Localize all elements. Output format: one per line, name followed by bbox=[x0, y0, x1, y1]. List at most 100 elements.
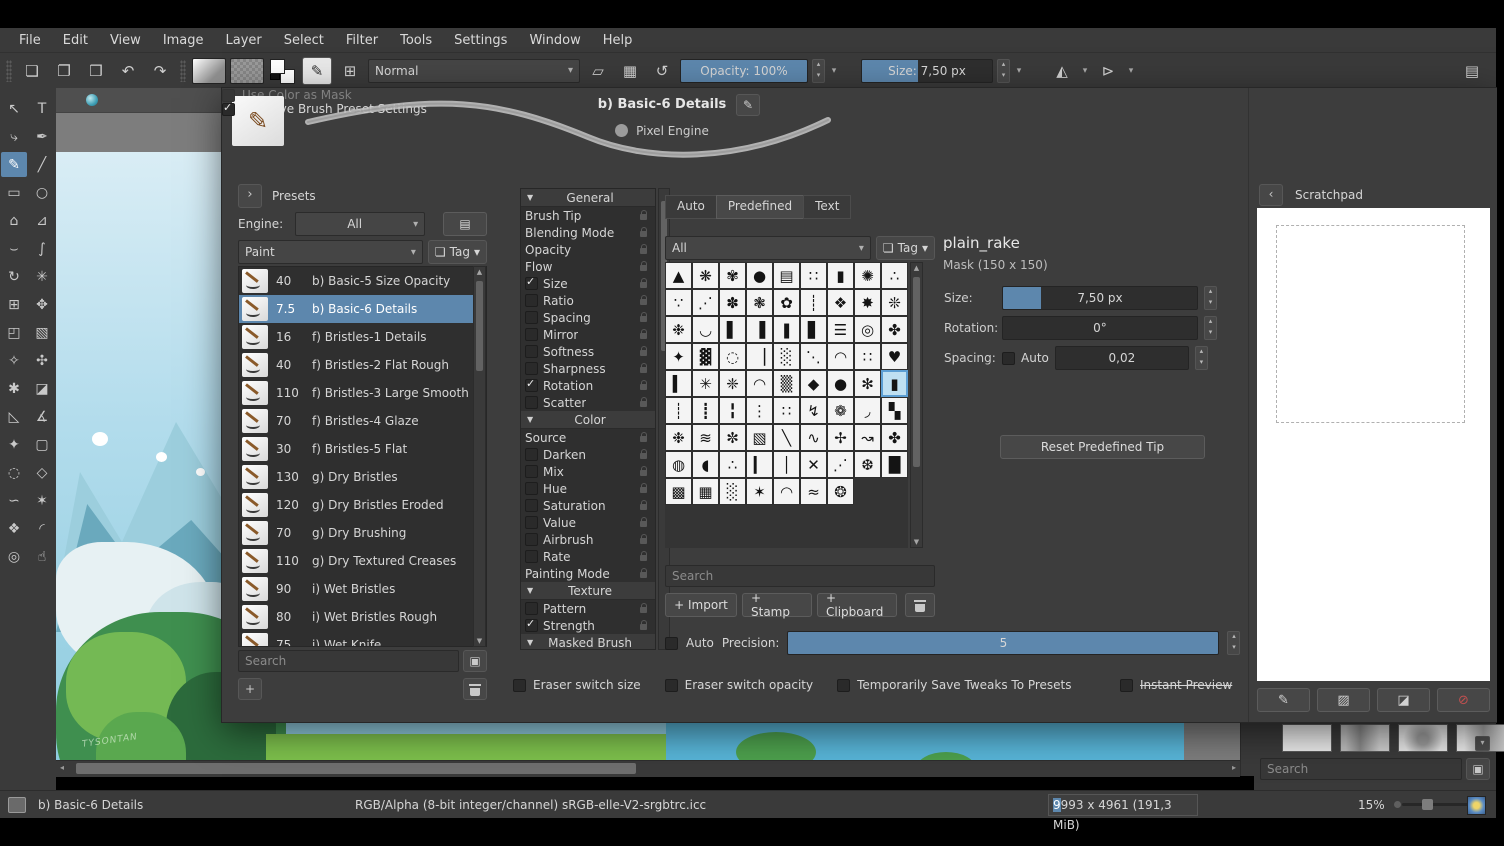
brush-tip-cell[interactable]: ┊ bbox=[800, 289, 827, 316]
brush-tip-cell[interactable]: ♥ bbox=[881, 343, 908, 370]
brush-tip-cell[interactable]: ❂ bbox=[827, 478, 854, 505]
tip-spacing-slider[interactable]: 0,02 bbox=[1055, 346, 1189, 370]
brush-tip-cell[interactable]: ❊ bbox=[881, 289, 908, 316]
move-tool[interactable]: ✥ bbox=[29, 292, 55, 317]
menu-item-select[interactable]: Select bbox=[273, 33, 335, 48]
brush-tip-cell[interactable]: ▦ bbox=[692, 478, 719, 505]
brush-tip-cell[interactable]: ∷ bbox=[800, 262, 827, 289]
brush-tip-cell[interactable]: ▐ bbox=[746, 316, 773, 343]
toolbar-drag-handle[interactable] bbox=[6, 60, 12, 82]
brush-tip-cell[interactable]: │ bbox=[773, 451, 800, 478]
pattern-edit-tool[interactable]: ✱ bbox=[1, 376, 27, 401]
preset-thumbnail[interactable] bbox=[1398, 724, 1448, 752]
brush-tip-cell[interactable]: ❃ bbox=[746, 289, 773, 316]
brush-tip-cell[interactable]: ● bbox=[746, 262, 773, 289]
option-darken[interactable]: Darken bbox=[521, 446, 655, 463]
brush-tip-cell[interactable]: ↯ bbox=[800, 397, 827, 424]
preserve-settings-checkbox[interactable] bbox=[222, 103, 235, 116]
preset-item[interactable]: 7.5b) Basic-6 Details bbox=[239, 295, 486, 323]
option-painting-mode[interactable]: Painting Mode bbox=[521, 565, 655, 582]
mirror-vertical-button[interactable]: ⊳ bbox=[1094, 58, 1122, 84]
eraser-switch-opacity-checkbox[interactable] bbox=[665, 679, 678, 692]
zoom-slider-knob[interactable] bbox=[1422, 799, 1433, 810]
color-sampler-tool[interactable]: ✧ bbox=[1, 348, 27, 373]
ellipse-select-tool[interactable]: ◌ bbox=[1, 460, 27, 485]
brush-tip-cell[interactable]: ◡ bbox=[692, 316, 719, 343]
eraser-mode-button[interactable]: ▱ bbox=[584, 58, 612, 84]
reset-predefined-tip-button[interactable]: Reset Predefined Tip bbox=[1000, 435, 1205, 459]
crop-tool[interactable]: ◰ bbox=[1, 320, 27, 345]
smart-patch-tool[interactable]: ✣ bbox=[29, 348, 55, 373]
spin-up-icon[interactable]: ▴ bbox=[998, 60, 1009, 71]
brush-presets-chooser[interactable]: ⊞ bbox=[336, 58, 364, 84]
tip-size-slider[interactable]: 7,50 px bbox=[1002, 286, 1198, 310]
line-tool[interactable]: ╱ bbox=[29, 152, 55, 177]
horizontal-scrollbar[interactable]: ◂ ▸ bbox=[56, 760, 1240, 777]
brush-tip-cell[interactable]: ▍ bbox=[665, 370, 692, 397]
freehand-brush-tool[interactable]: ✎ bbox=[1, 152, 27, 177]
collapse-scratchpad-button[interactable]: ‹ bbox=[1259, 184, 1283, 206]
clipboard-tip-button[interactable]: + Clipboard bbox=[817, 593, 897, 617]
spin-down-icon[interactable]: ▾ bbox=[998, 71, 1009, 82]
save-document-button[interactable]: ❒ bbox=[82, 58, 110, 84]
brush-tip-cell[interactable]: ◍ bbox=[665, 451, 692, 478]
add-resource-button[interactable]: + bbox=[238, 678, 262, 700]
preset-item[interactable]: 40b) Basic-5 Size Opacity bbox=[239, 267, 486, 295]
option-softness[interactable]: Softness bbox=[521, 343, 655, 360]
brush-tip-cell[interactable]: ⋱ bbox=[800, 343, 827, 370]
reload-preset-button[interactable]: ↺ bbox=[648, 58, 676, 84]
transform-tool[interactable]: ⊞ bbox=[1, 292, 27, 317]
option-checkbox[interactable] bbox=[525, 277, 538, 290]
preset-thumbnail[interactable] bbox=[1340, 724, 1390, 752]
brush-tip-cell[interactable]: ◠ bbox=[773, 478, 800, 505]
preset-category-dropdown[interactable]: Paint ▾ bbox=[238, 240, 423, 264]
option-mirror[interactable]: Mirror bbox=[521, 326, 655, 343]
menu-item-file[interactable]: File bbox=[8, 33, 52, 48]
scrollbar-thumb[interactable] bbox=[476, 281, 483, 371]
option-blending-mode[interactable]: Blending Mode bbox=[521, 224, 655, 241]
option-airbrush[interactable]: Airbrush bbox=[521, 531, 655, 548]
brush-tip-cell[interactable]: ❋ bbox=[692, 262, 719, 289]
instant-preview-checkbox[interactable] bbox=[1120, 679, 1133, 692]
option-checkbox[interactable] bbox=[525, 379, 538, 392]
spin-up-icon[interactable]: ▴ bbox=[1196, 347, 1207, 358]
bezier-select-tool[interactable]: ◜ bbox=[29, 516, 55, 541]
chevron-down-icon[interactable]: ▾ bbox=[1080, 66, 1090, 76]
statusbar-image-dimensions[interactable]: 9993 x 4961 (191,3 MiB) bbox=[1048, 794, 1198, 816]
brush-tip-cell[interactable]: █ bbox=[881, 451, 908, 478]
brush-tip-cell[interactable]: ◖ bbox=[692, 451, 719, 478]
preset-view-mode-button[interactable]: ▤ bbox=[443, 212, 487, 236]
spin-down-icon[interactable]: ▾ bbox=[1228, 643, 1239, 654]
show-dockers-button[interactable]: ▤ bbox=[1458, 58, 1486, 84]
brush-tip-cell[interactable]: ╏ bbox=[719, 397, 746, 424]
brush-tip-cell[interactable]: ● bbox=[827, 370, 854, 397]
zoom-slider[interactable] bbox=[1402, 803, 1472, 806]
tip-search-input[interactable] bbox=[665, 565, 935, 587]
toolbar-drag-handle[interactable] bbox=[180, 60, 186, 82]
option-checkbox[interactable] bbox=[525, 396, 538, 409]
brush-tip-cell[interactable]: ∷ bbox=[854, 343, 881, 370]
polyline-tool[interactable]: ⊿ bbox=[29, 208, 55, 233]
brush-tip-cell[interactable]: ∴ bbox=[719, 451, 746, 478]
option-checkbox[interactable] bbox=[525, 499, 538, 512]
brush-tip-cell[interactable]: ❚ bbox=[773, 316, 800, 343]
brush-tip-cell[interactable]: ▓ bbox=[692, 343, 719, 370]
brush-tip-cell[interactable]: ∴ bbox=[881, 262, 908, 289]
preset-list-scrollbar[interactable]: ▲ ▼ bbox=[473, 266, 486, 647]
brush-tip-cell[interactable]: ≈ bbox=[800, 478, 827, 505]
preset-item[interactable]: 120g) Dry Bristles Eroded bbox=[239, 491, 486, 519]
brush-tip-cell[interactable]: ❁ bbox=[827, 397, 854, 424]
chevron-down-icon[interactable]: ▾ bbox=[1014, 66, 1024, 76]
brush-tip-cell[interactable]: ❉ bbox=[665, 316, 692, 343]
brush-tip-cell[interactable]: ✦ bbox=[665, 343, 692, 370]
tab-text[interactable]: Text bbox=[803, 195, 851, 219]
tab-auto[interactable]: Auto bbox=[665, 195, 717, 219]
brush-tip-cell[interactable]: ☰ bbox=[827, 316, 854, 343]
redo-button[interactable]: ↷ bbox=[146, 58, 174, 84]
tip-rotation-spinner[interactable]: ▴▾ bbox=[1204, 316, 1217, 340]
option-checkbox[interactable] bbox=[525, 448, 538, 461]
scratchpad-brush-icon[interactable]: ✎ bbox=[1257, 688, 1310, 712]
option-checkbox[interactable] bbox=[525, 345, 538, 358]
rect-select-tool[interactable]: ▢ bbox=[29, 432, 55, 457]
multibrush-tool[interactable]: ✳ bbox=[29, 264, 55, 289]
